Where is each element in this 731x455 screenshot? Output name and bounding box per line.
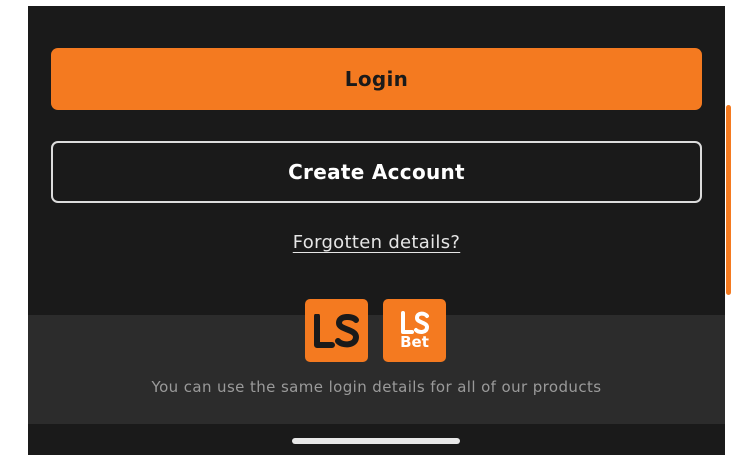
- create-account-button[interactable]: Create Account: [51, 141, 702, 203]
- ls-logo-icon: [313, 313, 359, 348]
- edge-accent-bar: [726, 105, 731, 295]
- lsbet-logo: Bet: [383, 299, 446, 362]
- forgotten-details-link[interactable]: Forgotten details?: [293, 232, 461, 253]
- home-indicator[interactable]: [292, 438, 460, 444]
- products-band: [28, 315, 725, 424]
- lsbet-logo-icon: [400, 311, 429, 334]
- create-account-button-label: Create Account: [288, 160, 465, 184]
- auth-screen: Login Create Account Forgotten details? …: [28, 6, 725, 455]
- forgotten-details-container: Forgotten details?: [28, 232, 725, 253]
- lsbet-logo-subtext: Bet: [400, 333, 429, 351]
- ls-logo: [305, 299, 368, 362]
- login-button[interactable]: Login: [51, 48, 702, 110]
- login-button-label: Login: [344, 67, 409, 91]
- products-note: You can use the same login details for a…: [151, 378, 602, 396]
